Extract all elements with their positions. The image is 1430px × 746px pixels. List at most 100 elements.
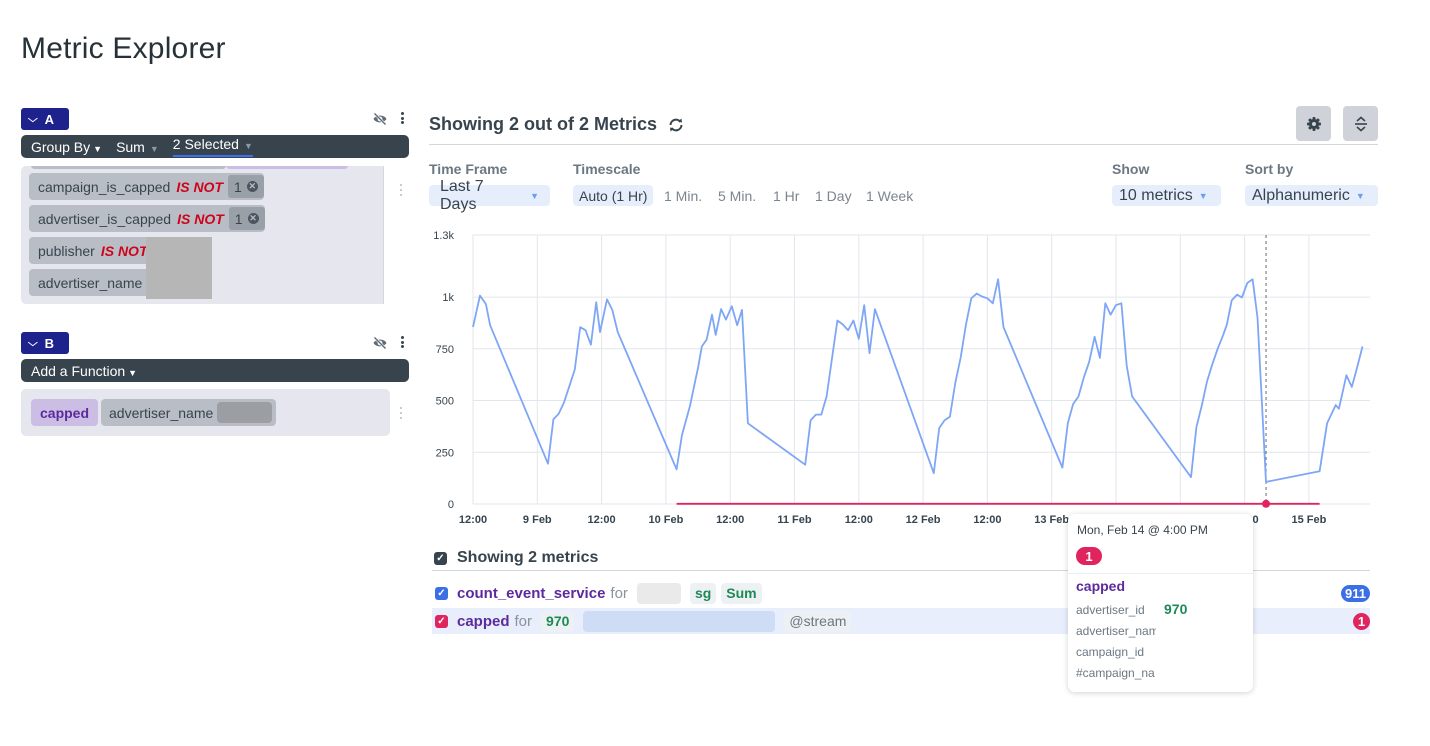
- tooltip-field-key: #campaign_na: [1076, 666, 1156, 680]
- x-tick-label: 12:00: [845, 514, 873, 526]
- series-checkbox[interactable]: ✓: [435, 587, 448, 600]
- tag: 970: [541, 611, 574, 632]
- tooltip-field-key: advertiser_id: [1076, 603, 1156, 617]
- x-tick-label: 12 Feb: [906, 514, 941, 526]
- metrics-count-title: Showing 2 out of 2 Metrics: [429, 114, 685, 135]
- x-tick-label: 13 Feb: [1034, 514, 1069, 526]
- refresh-icon[interactable]: [667, 116, 685, 134]
- tooltip-time: Mon, Feb 14 @ 4:00 PM: [1077, 523, 1208, 537]
- query-a-function-bar: Group By▼ Sum▼ 2 Selected▼: [21, 135, 409, 158]
- y-tick-label: 1k: [442, 292, 454, 304]
- divider: [1068, 573, 1253, 574]
- query-a-label: A: [45, 112, 54, 127]
- metric-chip[interactable]: capped: [31, 399, 98, 426]
- caret-down-icon: ▼: [1356, 191, 1365, 201]
- y-tick-label: 750: [436, 344, 454, 356]
- query-b-terms: capped advertiser_name: [21, 389, 390, 436]
- tag: Sum: [721, 583, 761, 604]
- y-tick-label: 250: [436, 447, 454, 459]
- caret-down-icon: ▼: [530, 191, 539, 201]
- sort-by-label: Sort by: [1245, 161, 1293, 177]
- caret-down-icon: ▼: [1199, 191, 1208, 201]
- timescale-option-1week[interactable]: 1 Week: [866, 185, 913, 206]
- sort-by-dropdown[interactable]: Alphanumeric▼: [1245, 185, 1378, 206]
- remove-value-icon[interactable]: ✕: [247, 181, 258, 192]
- series-checkbox[interactable]: ✓: [435, 615, 448, 628]
- legend-header: ✓ Showing 2 metrics: [434, 549, 598, 567]
- timescale-option-auto[interactable]: Auto (1 Hr): [573, 185, 653, 206]
- aggregation-dropdown[interactable]: Sum▼: [116, 139, 159, 155]
- chevron-down-icon: ⌵: [28, 114, 38, 125]
- query-a-toggle[interactable]: ⌵ A: [21, 108, 69, 130]
- tag: @stream: [784, 611, 851, 632]
- query-b-menu-icon[interactable]: [401, 334, 405, 350]
- x-tick-label: 10 Feb: [648, 514, 683, 526]
- redacted-tag: [637, 583, 681, 604]
- tooltip-field-key: advertiser_nam: [1076, 624, 1156, 638]
- tag: sg: [690, 583, 716, 604]
- query-b-function-bar: Add a Function▼: [21, 359, 409, 382]
- time-frame-label: Time Frame: [429, 161, 507, 177]
- hover-point: [1262, 500, 1270, 508]
- redacted-region: [146, 237, 212, 299]
- tooltip-badge: 1: [1076, 547, 1102, 565]
- group-by-dropdown[interactable]: Group By▼: [31, 139, 102, 155]
- eye-off-icon[interactable]: [372, 111, 388, 127]
- chevron-down-icon: ⌵: [28, 338, 38, 349]
- query-a-menu-icon[interactable]: [401, 110, 405, 126]
- show-label: Show: [1112, 161, 1149, 177]
- show-dropdown[interactable]: 10 metrics▼: [1112, 185, 1221, 206]
- filter-chip[interactable]: advertiser_name: [29, 269, 164, 296]
- expand-collapse-button[interactable]: [1343, 106, 1378, 141]
- query-b-label: B: [45, 336, 54, 351]
- count-badge: 911: [1341, 585, 1370, 602]
- timescale-label: Timescale: [573, 161, 640, 177]
- timeseries-chart[interactable]: 0 250 500 750 1k 1.3k 12:00 9 Feb 12:00 10 Feb 12:…: [420, 225, 1380, 535]
- field-chip[interactable]: advertiser_name: [101, 399, 276, 426]
- query-a-header: ⌵ A: [21, 108, 410, 130]
- y-tick-label: 0: [448, 499, 454, 511]
- remove-value-icon[interactable]: ✕: [248, 213, 259, 224]
- x-tick-label: 11 Feb: [777, 514, 812, 526]
- time-frame-dropdown[interactable]: Last 7 Days▼: [429, 185, 550, 206]
- timescale-option-5min[interactable]: 5 Min.: [718, 185, 756, 206]
- timescale-option-1day[interactable]: 1 Day: [815, 185, 852, 206]
- y-tick-label: 1.3k: [433, 230, 454, 242]
- y-tick-label: 500: [436, 396, 454, 408]
- x-tick-label: 12:00: [459, 514, 487, 526]
- group-selection-dropdown[interactable]: 2 Selected▼: [173, 137, 253, 157]
- timescale-option-1hr[interactable]: 1 Hr: [773, 185, 799, 206]
- add-function-dropdown[interactable]: Add a Function▼: [31, 363, 137, 379]
- x-tick-label: 12:00: [973, 514, 1001, 526]
- divider: [429, 144, 1378, 145]
- page-title: Metric Explorer: [21, 32, 226, 66]
- drag-handle-icon[interactable]: [400, 407, 402, 419]
- query-b-toggle[interactable]: ⌵ B: [21, 332, 69, 354]
- redacted-region: [217, 402, 272, 423]
- query-b-header: ⌵ B: [21, 332, 410, 354]
- timescale-option-1min[interactable]: 1 Min.: [664, 185, 702, 206]
- gear-icon: [1306, 116, 1322, 132]
- chart-tooltip: Mon, Feb 14 @ 4:00 PM 1 capped advertise…: [1068, 514, 1253, 692]
- filter-chip[interactable]: campaign_is_capped IS NOT 1✕: [29, 173, 264, 200]
- tooltip-field-key: campaign_id: [1076, 645, 1156, 659]
- drag-handle-icon[interactable]: [400, 184, 402, 196]
- scrolled-chip-edge: [226, 166, 348, 169]
- filter-chip[interactable]: publisher IS NOT: [29, 237, 164, 264]
- eye-off-icon[interactable]: [372, 335, 388, 351]
- expand-collapse-icon: [1353, 115, 1369, 133]
- x-tick-label: 12:00: [588, 514, 616, 526]
- settings-button[interactable]: [1296, 106, 1331, 141]
- redacted-tag: [583, 611, 775, 632]
- scrolled-chip-edge: [31, 166, 226, 169]
- tooltip-metric: capped: [1076, 578, 1125, 594]
- tooltip-field-value: 970: [1164, 601, 1187, 617]
- count-badge: 1: [1353, 613, 1370, 630]
- query-a-filters: campaign_is_capped IS NOT 1✕ advertiser_…: [21, 166, 390, 304]
- x-tick-label: 9 Feb: [523, 514, 552, 526]
- filter-chip[interactable]: advertiser_is_capped IS NOT 1✕: [29, 205, 265, 232]
- x-tick-label: 15 Feb: [1291, 514, 1326, 526]
- select-all-checkbox[interactable]: ✓: [434, 552, 447, 565]
- series-line-count_event_service: [473, 279, 1363, 482]
- x-tick-label: 12:00: [716, 514, 744, 526]
